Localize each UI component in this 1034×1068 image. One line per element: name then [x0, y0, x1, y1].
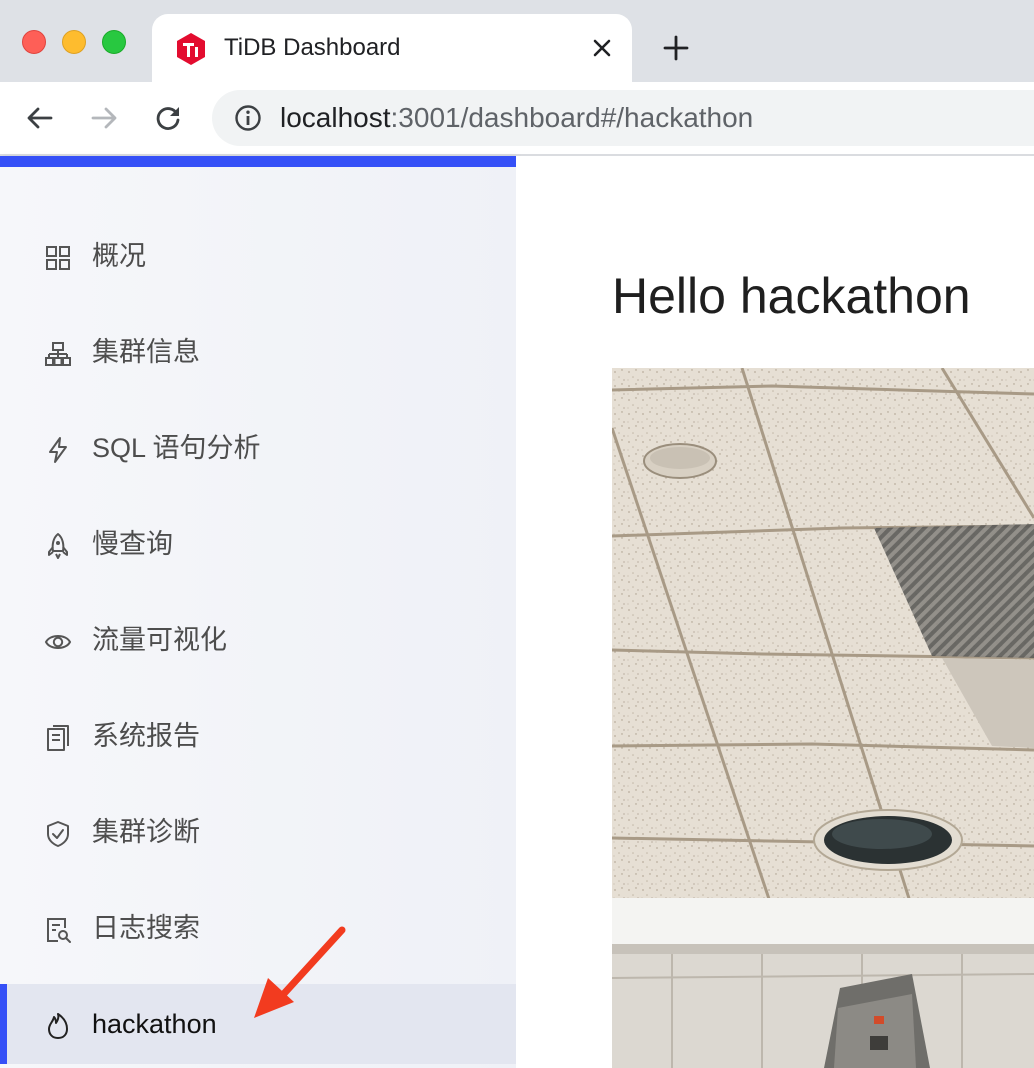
sidebar-item-label: 集群信息 — [92, 337, 200, 367]
sidebar-item-label: 流量可视化 — [92, 625, 227, 655]
sidebar-item-label: 集群诊断 — [92, 817, 200, 847]
rocket-icon — [48, 533, 68, 559]
window-minimize-button[interactable] — [62, 30, 86, 54]
browser-toolbar: localhost:3001/dashboard#/hackathon — [0, 82, 1034, 156]
sidebar-item-label: 慢查询 — [92, 529, 173, 559]
safety-shield-icon — [47, 821, 69, 847]
forward-arrow-icon[interactable] — [88, 102, 120, 134]
close-tab-icon[interactable] — [590, 36, 614, 60]
dashboard-grid-icon — [46, 246, 70, 270]
ceiling-photo-graphic — [612, 368, 1034, 1068]
thunderbolt-icon — [49, 437, 67, 463]
window-zoom-button[interactable] — [102, 30, 126, 54]
sidebar-item-diagnose[interactable]: 集群诊断 — [0, 792, 516, 872]
sidebar-item-overview[interactable]: 概况 — [0, 216, 516, 296]
active-indicator — [0, 984, 7, 1064]
loading-progress-bar — [0, 156, 516, 167]
back-arrow-icon[interactable] — [24, 102, 56, 134]
sidebar-item-label: 系统报告 — [92, 721, 200, 751]
sidebar-item-label: 日志搜索 — [92, 913, 200, 943]
new-tab-icon[interactable] — [662, 34, 690, 62]
url-path: :3001/dashboard#/hackathon — [390, 102, 754, 133]
sidebar-item-slow-query[interactable]: 慢查询 — [0, 504, 516, 584]
report-icon — [47, 725, 69, 751]
browser-tab[interactable]: TiDB Dashboard — [152, 14, 632, 82]
tab-title: TiDB Dashboard — [224, 34, 401, 61]
reload-icon[interactable] — [152, 102, 184, 134]
main-content: Hello hackathon — [516, 156, 1034, 1068]
site-info-icon[interactable] — [234, 104, 262, 132]
sidebar-item-sql-statements[interactable]: SQL 语句分析 — [0, 408, 516, 488]
file-search-icon — [47, 918, 71, 943]
page-title: Hello hackathon — [612, 268, 971, 324]
address-bar[interactable]: localhost:3001/dashboard#/hackathon — [212, 90, 1034, 146]
url-host: localhost — [280, 102, 391, 133]
cluster-icon — [45, 342, 71, 366]
tidb-logo-icon — [177, 33, 205, 65]
sidebar-item-cluster-info[interactable]: 集群信息 — [0, 312, 516, 392]
eye-icon — [44, 635, 72, 649]
ceiling-photo — [612, 368, 1034, 1068]
sidebar-item-label: SQL 语句分析 — [92, 433, 261, 463]
sidebar-item-label: hackathon — [92, 1009, 217, 1039]
fire-icon — [48, 1013, 68, 1039]
annotation-arrow-icon — [254, 926, 346, 1018]
sidebar-item-system-report[interactable]: 系统报告 — [0, 696, 516, 776]
browser-titlebar: TiDB Dashboard — [0, 0, 1034, 82]
sidebar-item-label: 概况 — [92, 241, 146, 271]
url-text[interactable]: localhost:3001/dashboard#/hackathon — [280, 103, 753, 133]
sidebar-item-key-visualizer[interactable]: 流量可视化 — [0, 600, 516, 680]
window-close-button[interactable] — [22, 30, 46, 54]
